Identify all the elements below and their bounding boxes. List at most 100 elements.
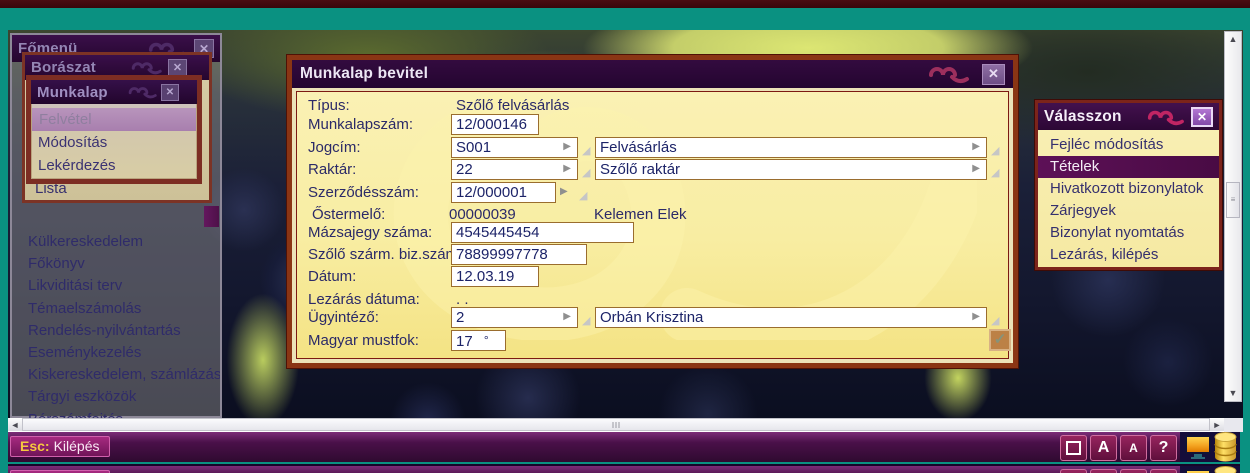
- field-label: Ügyintéző:: [308, 309, 379, 326]
- munkalapszam-input[interactable]: [451, 114, 539, 135]
- resize-corner-icon: ◢: [991, 167, 1000, 179]
- scroll-up-icon[interactable]: ▲: [1225, 32, 1241, 47]
- letter-a-large-icon: A: [1097, 439, 1110, 456]
- menu-item[interactable]: Eseménykezelés: [12, 342, 220, 364]
- help-button[interactable]: ?: [1150, 435, 1177, 461]
- boraszat-title: Borászat: [31, 59, 96, 76]
- font-larger-button[interactable]: A: [1090, 469, 1117, 473]
- lookup-arrow-icon[interactable]: ▶: [972, 141, 980, 153]
- boraszat-close-icon[interactable]: ✕: [168, 58, 187, 77]
- field-row-mustfok: Magyar mustfok: 17 °: [297, 330, 1008, 352]
- vertical-scrollbar[interactable]: ▲ ≡ ▼: [1224, 31, 1242, 402]
- database-icon[interactable]: [1213, 466, 1238, 473]
- confirm-check-button[interactable]: ✓: [989, 329, 1011, 351]
- database-icon[interactable]: [1213, 432, 1238, 462]
- ostermelo-name: Kelemen Elek: [594, 206, 687, 223]
- window-mode-button[interactable]: [1060, 469, 1087, 473]
- valasszon-menu-list: Fejléc módosítás Tételek Hivatkozott biz…: [1038, 134, 1219, 266]
- question-mark-icon: ?: [1158, 439, 1169, 456]
- menu-item[interactable]: Témaelszámolás: [12, 298, 220, 320]
- munkalap-title: Munkalap: [37, 83, 108, 101]
- scroll-right-icon[interactable]: ►: [1210, 418, 1224, 432]
- field-label: Szőlő szárm. biz.szám:: [308, 246, 463, 263]
- lookup-arrow-icon[interactable]: ▶: [560, 186, 568, 197]
- font-larger-button[interactable]: A: [1090, 435, 1117, 461]
- help-button[interactable]: ?: [1150, 469, 1177, 473]
- horizontal-scrollbar[interactable]: ◄ ►: [8, 418, 1224, 432]
- scroll-left-icon[interactable]: ◄: [8, 418, 22, 432]
- status-bar-secondary: Esc:Kilépés A A ?: [8, 464, 1240, 473]
- monitor-icon[interactable]: [1184, 434, 1212, 461]
- ugyintezo-name-input[interactable]: [595, 307, 987, 328]
- menu-item[interactable]: Fejléc módosítás: [1038, 134, 1219, 156]
- lookup-arrow-icon[interactable]: ▶: [563, 163, 571, 175]
- field-row-munkalapszam: Munkalapszám:: [297, 114, 1008, 136]
- menu-item[interactable]: Bizonylat nyomtatás: [1038, 222, 1219, 244]
- menu-item[interactable]: Kiskereskedelem, számlázás: [12, 364, 220, 386]
- menu-item-selected[interactable]: Tételek: [1038, 156, 1219, 178]
- dialog-form-panel: Típus: Szőlő felvásárlás Munkalapszám: J…: [296, 91, 1009, 359]
- jogcim-code-input[interactable]: [451, 137, 578, 158]
- letter-a-small-icon: A: [1129, 441, 1138, 455]
- raktar-code-input[interactable]: [451, 159, 578, 180]
- lookup-arrow-icon[interactable]: ▶: [972, 311, 980, 323]
- menu-item[interactable]: Lekérdezés: [31, 154, 197, 177]
- window-valasszon: Válasszon ✕ Fejléc módosítás Tételek Hiv…: [1035, 100, 1222, 270]
- munkalap-titlebar[interactable]: Munkalap ✕: [31, 80, 197, 104]
- square-icon: [1066, 441, 1081, 455]
- menu-item[interactable]: Zárjegyek: [1038, 200, 1219, 222]
- datum-input[interactable]: [451, 266, 539, 287]
- field-label: Raktár:: [308, 161, 357, 178]
- field-label: Magyar mustfok:: [308, 332, 419, 349]
- mazsajegy-input[interactable]: [451, 222, 634, 243]
- esc-key-label: Esc:: [20, 438, 50, 454]
- dialog-titlebar[interactable]: Munkalap bevitel ✕: [292, 60, 1013, 88]
- lookup-arrow-icon[interactable]: ▶: [972, 163, 980, 175]
- valasszon-title: Válasszon: [1044, 107, 1122, 125]
- field-label: Lezárás dátuma:: [308, 291, 420, 308]
- munkalap-menu-list: Felvétel Módosítás Lekérdezés: [31, 108, 197, 177]
- menu-item-selected[interactable]: Felvétel: [32, 108, 196, 131]
- valasszon-titlebar[interactable]: Válasszon ✕: [1038, 103, 1219, 130]
- valasszon-close-icon[interactable]: ✕: [1191, 106, 1213, 127]
- menu-item[interactable]: Főkönyv: [12, 253, 220, 275]
- szarm-bizonylat-input[interactable]: [451, 244, 587, 265]
- ugyintezo-code-input[interactable]: [451, 307, 578, 328]
- lookup-arrow-icon[interactable]: ▶: [563, 311, 571, 323]
- esc-action-label: Kilépés: [53, 438, 100, 454]
- mustfok-input[interactable]: 17 °: [451, 330, 506, 351]
- raktar-name-input[interactable]: [595, 159, 987, 180]
- menu-item[interactable]: Lezárás, kilépés: [1038, 244, 1219, 266]
- ostermelo-code: 00000039: [449, 206, 516, 223]
- status-icon-panel: [1180, 466, 1240, 473]
- field-row-szarm-bizonylat: Szőlő szárm. biz.szám:: [297, 244, 1008, 266]
- mustfok-value: 17: [456, 333, 473, 350]
- window-mode-button[interactable]: [1060, 435, 1087, 461]
- dialog-close-icon[interactable]: ✕: [982, 63, 1005, 85]
- menu-item[interactable]: Likviditási terv: [12, 275, 220, 297]
- application-screen: Főmenü ✕ Külkereskedelem Főkönyv Likvidi…: [0, 0, 1250, 473]
- menu-item[interactable]: Módosítás: [31, 131, 197, 154]
- munkalap-close-icon[interactable]: ✕: [161, 83, 179, 101]
- resize-corner-icon: ◢: [579, 190, 588, 202]
- lookup-arrow-icon[interactable]: ▶: [563, 141, 571, 153]
- menu-item[interactable]: Külkereskedelem: [12, 231, 220, 253]
- monitor-icon[interactable]: [1184, 468, 1212, 473]
- menu-item[interactable]: Rendelés-nyilvántartás: [12, 320, 220, 342]
- horizontal-scroll-thumb[interactable]: [22, 418, 1210, 431]
- scroll-grip: [612, 422, 620, 428]
- field-label: Mázsajegy száma:: [308, 224, 433, 241]
- field-row-raktar: Raktár: ▶ ◢ ▶ ◢: [297, 159, 1008, 181]
- jogcim-name-input[interactable]: [595, 137, 987, 158]
- field-label: Őstermelő:: [312, 206, 386, 223]
- menu-item[interactable]: Tárgyi eszközök: [12, 386, 220, 408]
- scroll-down-icon[interactable]: ▼: [1225, 386, 1241, 401]
- degree-unit: °: [483, 333, 489, 347]
- esc-exit-button[interactable]: Esc:Kilépés: [10, 436, 110, 457]
- font-smaller-button[interactable]: A: [1120, 469, 1147, 473]
- vertical-scroll-thumb[interactable]: ≡: [1226, 182, 1240, 218]
- field-label: Jogcím:: [308, 139, 361, 156]
- font-smaller-button[interactable]: A: [1120, 435, 1147, 461]
- menu-item[interactable]: Hivatkozott bizonylatok: [1038, 178, 1219, 200]
- szerzodesszam-input[interactable]: [451, 182, 556, 203]
